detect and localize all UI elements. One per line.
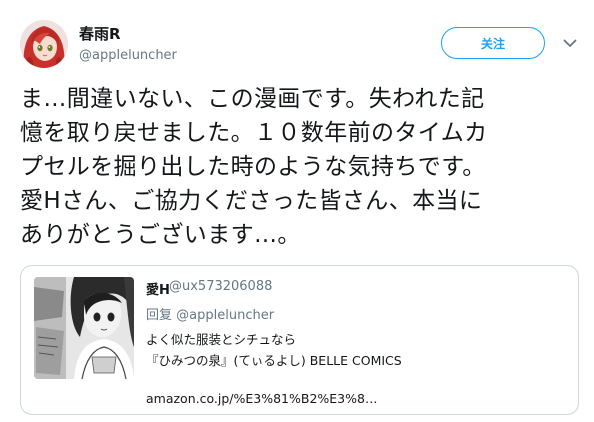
author-display-name[interactable]: 春雨R xyxy=(79,24,121,44)
quoted-tweet-card[interactable]: 愛H @ux573206088 回复 @appleluncher よく似た服装と… xyxy=(20,265,579,415)
reply-context: 回复 @appleluncher xyxy=(146,304,274,323)
quoted-author-name[interactable]: 愛H xyxy=(146,279,170,298)
quoted-tweet-link[interactable]: amazon.co.jp/%E3%81%B2%E3%8… xyxy=(146,391,377,406)
chevron-down-icon xyxy=(563,39,577,47)
quoted-author-handle[interactable]: @ux573206088 xyxy=(169,279,272,294)
quoted-tweet-text: よく似た服装とシチュなら 『ひみつの泉』(てぃるよし) BELLE COMICS xyxy=(146,329,402,371)
more-options-button[interactable] xyxy=(560,33,580,53)
tweet-text-line: プセルを掘り出した時のような気持ちです。 xyxy=(20,154,486,180)
author-screen-name[interactable]: @appleluncher xyxy=(79,47,177,65)
author-avatar[interactable] xyxy=(20,20,68,68)
tweet-text-line: ま…間違いない、この漫画です。失われた記 xyxy=(20,86,485,112)
tweet-text: ま…間違いない、この漫画です。失われた記 憶を取り戻せました。１０数年前のタイム… xyxy=(20,82,580,252)
quoted-tweet-media[interactable] xyxy=(34,277,134,379)
reply-mention-link[interactable]: @appleluncher xyxy=(176,308,274,323)
reply-prefix: 回复 xyxy=(146,308,173,323)
anime-girl-avatar-icon xyxy=(20,20,68,68)
tweet: 春雨R @appleluncher 关注 ま…間違いない、この漫画です。失われた… xyxy=(0,0,594,422)
tweet-text-line: 愛Hさん、ご協力くださった皆さん、本当に xyxy=(20,188,483,214)
quoted-tweet-text-line: よく似た服装とシチュなら xyxy=(146,332,297,347)
tweet-text-line: 憶を取り戻せました。１０数年前のタイムカ xyxy=(20,120,488,146)
tweet-text-line: ありがとうございます…。 xyxy=(20,222,301,248)
quoted-tweet-text-line: 『ひみつの泉』(てぃるよし) BELLE COMICS xyxy=(146,353,402,368)
manga-page-thumbnail-icon xyxy=(34,277,134,379)
follow-button[interactable]: 关注 xyxy=(441,27,545,59)
